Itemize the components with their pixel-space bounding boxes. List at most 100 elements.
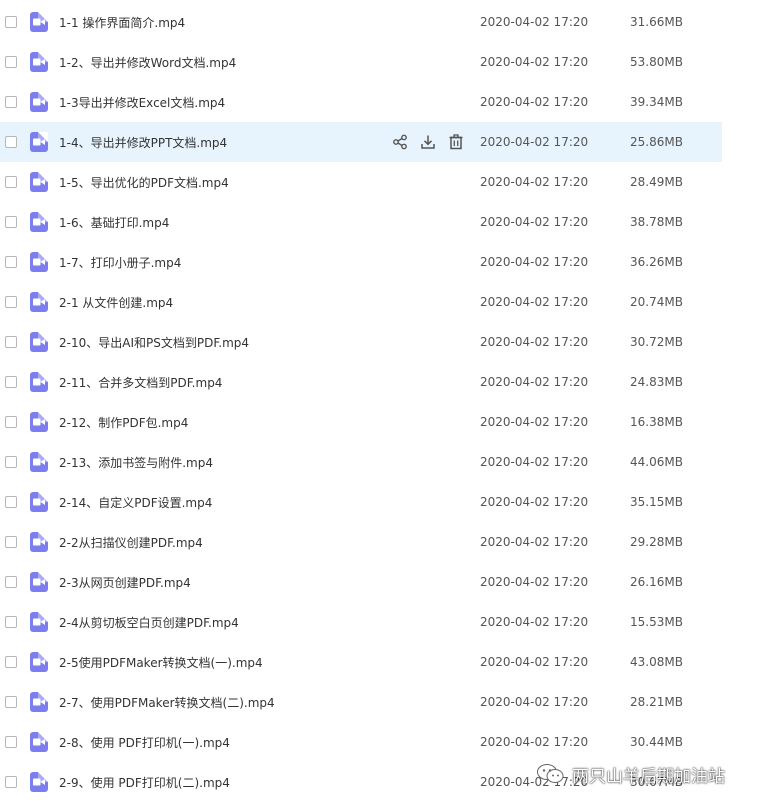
watermark: 两只山羊后期加油站 [536, 760, 725, 788]
file-size: 24.83MB [630, 375, 683, 389]
row-checkbox[interactable] [5, 656, 17, 668]
file-row[interactable]: 2-8、使用 PDF打印机(一).mp4 2020-04-02 17:20 30.4… [0, 722, 722, 762]
file-name[interactable]: 1-5、导出优化的PDF文档.mp4 [59, 174, 229, 191]
file-size: 30.44MB [630, 735, 683, 749]
file-row[interactable]: 2-11、合并多文档到PDF.mp4 2020-04-02 17:20 24.83M… [0, 362, 722, 402]
file-date: 2020-04-02 17:20 [480, 375, 589, 389]
file-size: 16.38MB [630, 415, 683, 429]
row-checkbox[interactable] [5, 216, 17, 228]
file-name[interactable]: 2-5使用PDFMaker转换文档(一).mp4 [59, 654, 263, 671]
row-checkbox[interactable] [5, 456, 17, 468]
file-name[interactable]: 1-4、导出并修改PPT文档.mp4 [59, 134, 227, 151]
row-checkbox[interactable] [5, 776, 17, 788]
video-file-icon [30, 612, 48, 632]
video-file-icon [30, 92, 48, 112]
file-name[interactable]: 1-3导出并修改Excel文档.mp4 [59, 94, 225, 111]
file-date: 2020-04-02 17:20 [480, 255, 589, 269]
file-row[interactable]: 1-7、打印小册子.mp4 2020-04-02 17:20 36.26MB [0, 242, 722, 282]
file-name[interactable]: 1-2、导出并修改Word文档.mp4 [59, 54, 236, 71]
video-file-icon [30, 292, 48, 312]
file-date: 2020-04-02 17:20 [480, 135, 589, 149]
video-file-icon [30, 772, 48, 792]
file-name[interactable]: 1-6、基础打印.mp4 [59, 214, 169, 231]
file-date: 2020-04-02 17:20 [480, 655, 589, 669]
wechat-logo-icon [537, 764, 564, 783]
file-name[interactable]: 2-1 从文件创建.mp4 [59, 294, 173, 311]
row-checkbox[interactable] [5, 336, 17, 348]
share-icon[interactable] [392, 134, 408, 150]
file-row[interactable]: 1-6、基础打印.mp4 2020-04-02 17:20 38.78MB [0, 202, 722, 242]
video-file-icon [30, 52, 48, 72]
file-date: 2020-04-02 17:20 [480, 535, 589, 549]
file-name[interactable]: 2-12、制作PDF包.mp4 [59, 414, 188, 431]
file-row[interactable]: 2-5使用PDFMaker转换文档(一).mp4 2020-04-02 17:20… [0, 642, 722, 682]
file-row[interactable]: 1-3导出并修改Excel文档.mp4 2020-04-02 17:20 39.34… [0, 82, 722, 122]
file-size: 43.08MB [630, 655, 683, 669]
file-name[interactable]: 2-8、使用 PDF打印机(一).mp4 [59, 734, 230, 751]
file-name[interactable]: 2-7、使用PDFMaker转换文档(二).mp4 [59, 694, 275, 711]
row-checkbox[interactable] [5, 576, 17, 588]
row-checkbox[interactable] [5, 536, 17, 548]
file-name[interactable]: 2-10、导出AI和PS文档到PDF.mp4 [59, 334, 249, 351]
file-row[interactable]: 2-4从剪切板空白页创建PDF.mp4 2020-04-02 17:20 15.53… [0, 602, 722, 642]
file-name[interactable]: 1-7、打印小册子.mp4 [59, 254, 181, 271]
video-file-icon [30, 452, 48, 472]
file-size: 31.66MB [630, 15, 683, 29]
file-row[interactable]: 1-2、导出并修改Word文档.mp4 2020-04-02 17:20 53.80… [0, 42, 722, 82]
video-file-icon [30, 172, 48, 192]
file-size: 20.74MB [630, 295, 683, 309]
file-name[interactable]: 2-13、添加书签与附件.mp4 [59, 454, 213, 471]
file-name[interactable]: 2-2从扫描仪创建PDF.mp4 [59, 534, 203, 551]
file-row[interactable]: 2-14、自定义PDF设置.mp4 2020-04-02 17:20 35.15MB [0, 482, 722, 522]
file-date: 2020-04-02 17:20 [480, 335, 589, 349]
download-icon[interactable] [420, 134, 436, 150]
video-file-icon [30, 412, 48, 432]
file-name[interactable]: 2-3从网页创建PDF.mp4 [59, 574, 191, 591]
row-checkbox[interactable] [5, 696, 17, 708]
file-size: 36.26MB [630, 255, 683, 269]
row-checkbox[interactable] [5, 16, 17, 28]
video-file-icon [30, 652, 48, 672]
file-row[interactable]: 2-13、添加书签与附件.mp4 2020-04-02 17:20 44.06MB [0, 442, 722, 482]
file-row[interactable]: 2-1 从文件创建.mp4 2020-04-02 17:20 20.74MB [0, 282, 722, 322]
file-date: 2020-04-02 17:20 [480, 495, 589, 509]
row-checkbox[interactable] [5, 616, 17, 628]
file-row[interactable]: 2-12、制作PDF包.mp4 2020-04-02 17:20 16.38MB [0, 402, 722, 442]
row-checkbox[interactable] [5, 496, 17, 508]
file-row[interactable]: 1-1 操作界面简介.mp4 2020-04-02 17:20 31.66MB [0, 2, 722, 42]
row-checkbox[interactable] [5, 136, 17, 148]
file-size: 39.34MB [630, 95, 683, 109]
file-row[interactable]: 1-4、导出并修改PPT文档.mp4 2020-04-02 17:20 25.86M… [0, 122, 722, 162]
file-size: 28.49MB [630, 175, 683, 189]
row-checkbox[interactable] [5, 736, 17, 748]
file-date: 2020-04-02 17:20 [480, 55, 589, 69]
file-size: 28.21MB [630, 695, 683, 709]
row-checkbox[interactable] [5, 96, 17, 108]
row-checkbox[interactable] [5, 56, 17, 68]
file-name[interactable]: 2-9、使用 PDF打印机(二).mp4 [59, 774, 230, 791]
file-row[interactable]: 2-10、导出AI和PS文档到PDF.mp4 2020-04-02 17:20 30… [0, 322, 722, 362]
video-file-icon [30, 12, 48, 32]
file-name[interactable]: 2-11、合并多文档到PDF.mp4 [59, 374, 222, 391]
row-checkbox[interactable] [5, 376, 17, 388]
row-checkbox[interactable] [5, 176, 17, 188]
file-row[interactable]: 2-3从网页创建PDF.mp4 2020-04-02 17:20 26.16MB [0, 562, 722, 602]
video-file-icon [30, 132, 48, 152]
row-checkbox[interactable] [5, 416, 17, 428]
row-checkbox[interactable] [5, 256, 17, 268]
file-size: 44.06MB [630, 455, 683, 469]
row-checkbox[interactable] [5, 296, 17, 308]
delete-icon[interactable] [448, 134, 464, 150]
file-name[interactable]: 2-14、自定义PDF设置.mp4 [59, 494, 212, 511]
file-name[interactable]: 1-1 操作界面简介.mp4 [59, 14, 185, 31]
file-row[interactable]: 2-7、使用PDFMaker转换文档(二).mp4 2020-04-02 17:2… [0, 682, 722, 722]
file-size: 35.15MB [630, 495, 683, 509]
file-row[interactable]: 2-2从扫描仪创建PDF.mp4 2020-04-02 17:20 29.28MB [0, 522, 722, 562]
file-date: 2020-04-02 17:20 [480, 455, 589, 469]
file-name[interactable]: 2-4从剪切板空白页创建PDF.mp4 [59, 614, 239, 631]
video-file-icon [30, 732, 48, 752]
file-size: 53.80MB [630, 55, 683, 69]
file-size: 30.72MB [630, 335, 683, 349]
file-size: 26.16MB [630, 575, 683, 589]
file-row[interactable]: 1-5、导出优化的PDF文档.mp4 2020-04-02 17:20 28.49M… [0, 162, 722, 202]
